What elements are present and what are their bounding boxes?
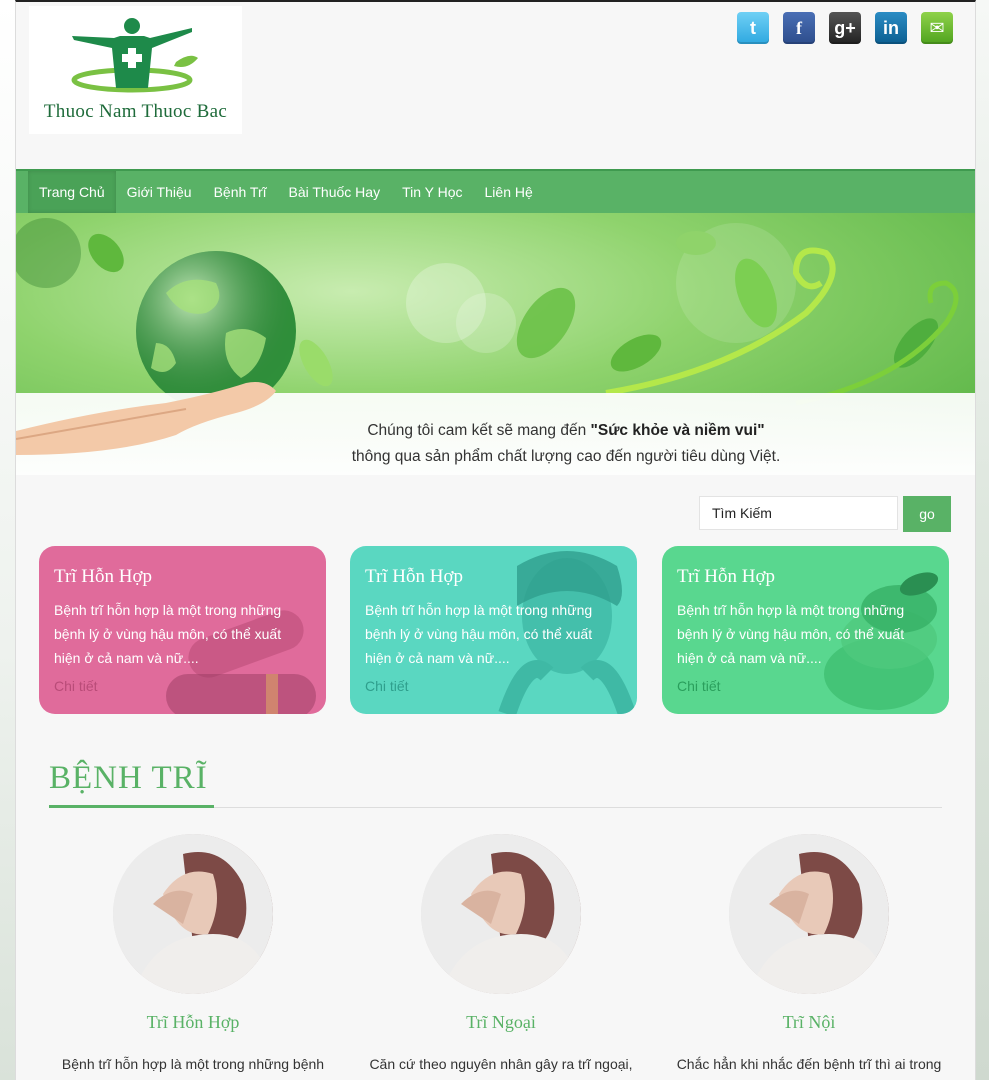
article-title[interactable]: Trĩ Nội xyxy=(659,1012,959,1033)
background-left xyxy=(0,0,16,1080)
card-text: Bệnh trĩ hỗn hợp là một trong những bệnh… xyxy=(54,602,282,666)
email-icon[interactable]: ✉ xyxy=(921,12,953,44)
page-container: Thuoc Nam Thuoc Bac t f g+ in ✉ Trang Ch… xyxy=(15,0,976,1080)
card-title: Trĩ Hỗn Hợp xyxy=(677,566,776,587)
logo-text: Thuoc Nam Thuoc Bac xyxy=(43,101,228,122)
hand-illustration xyxy=(16,382,276,455)
woman-headache-image xyxy=(729,834,889,994)
feature-card[interactable]: Trĩ Hỗn Hợp Bệnh trĩ hỗn hợp là một tron… xyxy=(39,546,326,714)
article-title[interactable]: Trĩ Ngoại xyxy=(351,1012,651,1033)
article-thumbnail[interactable] xyxy=(113,834,273,994)
card-text: Bệnh trĩ hỗn hợp là một trong những bệnh… xyxy=(365,602,593,666)
card-title: Trĩ Hỗn Hợp xyxy=(54,566,153,587)
banner-slogan: Chúng tôi cam kết sẽ mang đến "Sức khỏe … xyxy=(306,418,826,470)
slogan-highlight: "Sức khỏe và niềm vui" xyxy=(590,422,765,439)
nav-item-hemorrhoids[interactable]: Bệnh Trĩ xyxy=(203,171,278,213)
logo[interactable]: Thuoc Nam Thuoc Bac xyxy=(29,6,242,134)
slogan-prefix: Chúng tôi cam kết sẽ mang đến xyxy=(367,422,591,439)
article-excerpt: Chắc hẳn khi nhắc đến bệnh trĩ thì ai tr… xyxy=(676,1056,942,1072)
article-title[interactable]: Trĩ Hỗn Hợp xyxy=(43,1012,343,1033)
feature-card[interactable]: Trĩ Hỗn Hợp Bệnh trĩ hỗn hợp là một tron… xyxy=(350,546,637,714)
section-divider-accent xyxy=(49,805,214,808)
nav-item-about[interactable]: Giới Thiệu xyxy=(116,171,203,213)
card-more-link[interactable]: Chi tiết xyxy=(677,678,721,694)
background-right xyxy=(975,0,989,1080)
google-plus-icon[interactable]: g+ xyxy=(829,12,861,44)
nav-item-home[interactable]: Trang Chủ xyxy=(28,171,116,213)
article-excerpt: Căn cứ theo nguyên nhân gây ra trĩ ngoại… xyxy=(369,1056,633,1072)
card-more-link[interactable]: Chi tiết xyxy=(365,678,409,694)
nav-item-medical-news[interactable]: Tin Y Học xyxy=(391,171,473,213)
card-text: Bệnh trĩ hỗn hợp là một trong những bệnh… xyxy=(677,602,905,666)
nav-item-remedies[interactable]: Bài Thuốc Hay xyxy=(278,171,392,213)
article-thumbnail[interactable] xyxy=(421,834,581,994)
woman-headache-image xyxy=(421,834,581,994)
card-title: Trĩ Hỗn Hợp xyxy=(365,566,464,587)
article-excerpt: Bệnh trĩ hỗn hợp là một trong những bệnh xyxy=(61,1056,325,1072)
article-item[interactable]: Trĩ Nội Chắc hẳn khi nhắc đến bệnh trĩ t… xyxy=(659,834,959,1075)
main-nav: Trang Chủ Giới Thiệu Bệnh Trĩ Bài Thuốc … xyxy=(16,169,975,213)
linkedin-icon[interactable]: in xyxy=(875,12,907,44)
article-item[interactable]: Trĩ Ngoại Căn cứ theo nguyên nhân gây ra… xyxy=(351,834,651,1075)
feature-card[interactable]: Trĩ Hỗn Hợp Bệnh trĩ hỗn hợp là một tron… xyxy=(662,546,949,714)
facebook-icon[interactable]: f xyxy=(783,12,815,44)
woman-headache-image xyxy=(113,834,273,994)
logo-figure-icon xyxy=(71,18,198,93)
article-thumbnail[interactable] xyxy=(729,834,889,994)
social-links: t f g+ in ✉ xyxy=(737,12,953,44)
slogan-line2: thông qua sản phẩm chất lượng cao đến ng… xyxy=(351,448,781,465)
section-title: BỆNH TRĨ xyxy=(49,760,208,796)
nav-item-contact[interactable]: Liên Hệ xyxy=(474,171,544,213)
article-item[interactable]: Trĩ Hỗn Hợp Bệnh trĩ hỗn hợp là một tron… xyxy=(43,834,343,1075)
search-input[interactable] xyxy=(699,496,898,530)
card-more-link[interactable]: Chi tiết xyxy=(54,678,98,694)
hero-banner: Chúng tôi cam kết sẽ mang đến "Sức khỏe … xyxy=(16,213,975,475)
search-button[interactable]: go xyxy=(903,496,951,532)
twitter-icon[interactable]: t xyxy=(737,12,769,44)
